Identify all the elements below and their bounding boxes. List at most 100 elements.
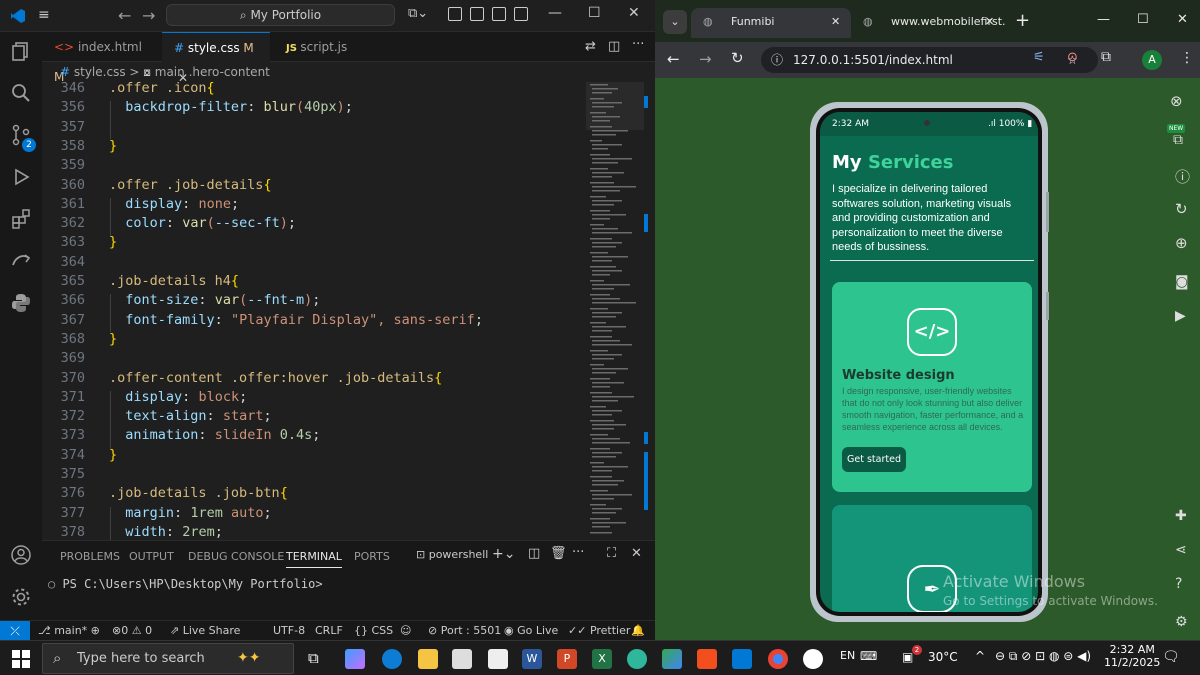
search-icon[interactable] (10, 82, 32, 104)
close-icon[interactable]: ✕ (628, 5, 640, 21)
chrome-tab-funmibi[interactable]: ◍ Funmibi ✕ (691, 8, 851, 38)
accounts-icon[interactable] (10, 544, 32, 566)
maximize-panel-icon[interactable]: ⛶ (607, 546, 616, 561)
terminal-prompt-line[interactable]: ○ PS C:\Users\HP\Desktop\My Portfolio> (48, 577, 323, 591)
maximize-icon[interactable]: ☐ (588, 5, 601, 21)
store-app-icon[interactable] (452, 649, 472, 669)
forward-arrow-icon[interactable]: → (142, 6, 155, 25)
terminal-selector[interactable]: ⊡ powershell (416, 548, 488, 561)
zoom-in-icon[interactable]: ⊕ (1175, 234, 1188, 252)
code-line[interactable]: 361 display: none; (42, 195, 586, 214)
notifications-icon[interactable]: 🗨 (1162, 649, 1180, 665)
code-line[interactable]: 360 .offer .job-details{ (42, 176, 586, 195)
close-panel-icon[interactable]: ✕ (631, 546, 642, 561)
eol-status[interactable]: CRLF (315, 624, 343, 637)
settings-gear-icon[interactable]: ⚙ (1175, 614, 1188, 630)
code-line[interactable]: 368} (42, 330, 586, 349)
remote-explorer-icon[interactable] (10, 250, 32, 272)
layout-sidebar-icon[interactable] (448, 7, 462, 21)
code-line[interactable]: 373 animation: slideIn 0.4s; (42, 426, 586, 445)
play-store-app-icon[interactable] (662, 649, 682, 669)
code-line[interactable]: 364 (42, 253, 586, 272)
code-line[interactable]: 366 font-size: var(--fnt-m); (42, 291, 586, 310)
edge-app-icon[interactable] (382, 649, 402, 669)
task-view-icon[interactable]: ⧉ (308, 649, 319, 667)
live-share-button[interactable]: ⇗ Live Share (170, 624, 240, 637)
tab-close-icon[interactable]: ✕ (831, 8, 840, 36)
keyboard-icon[interactable]: ⌨ (860, 649, 877, 663)
code-line[interactable]: 346 .offer .icon{ (42, 82, 586, 98)
panel-tab-output[interactable]: OUTPUT (129, 550, 174, 563)
split-terminal-icon[interactable]: ◫ (528, 546, 540, 561)
copilot-status-icon[interactable]: ☺ (400, 624, 411, 637)
back-arrow-icon[interactable]: ← (118, 6, 131, 25)
figma-app-icon[interactable] (697, 649, 717, 669)
code-line[interactable]: 365 .job-details h4{ (42, 272, 586, 291)
share-icon[interactable]: ⋖ (1175, 542, 1187, 558)
excel-app-icon[interactable]: X (592, 649, 612, 669)
command-center-search[interactable]: ⌕ My Portfolio (166, 4, 395, 26)
reload-icon[interactable]: ↻ (731, 49, 744, 67)
extension-record-icon[interactable]: ⊙ (1067, 50, 1078, 65)
chrome-tab-webmobilefirst[interactable]: ◍ www.webmobilefirst. ✕ (851, 8, 1006, 38)
code-line[interactable]: 378 width: 2rem; (42, 523, 586, 540)
new-tab-icon[interactable]: + (1015, 10, 1030, 31)
rotate-icon[interactable]: ↻ (1175, 200, 1188, 218)
info-icon[interactable]: ⓘ (1175, 166, 1190, 187)
code-line[interactable]: 357 (42, 118, 586, 137)
new-terminal-icon[interactable]: +⌄ (492, 546, 515, 562)
extension-icon[interactable]: ✚ (1175, 508, 1187, 524)
minimize-icon[interactable]: — (1097, 12, 1110, 27)
panel-tab-problems[interactable]: PROBLEMS (60, 550, 120, 563)
powerpoint-app-icon[interactable]: P (557, 649, 577, 669)
address-bar[interactable]: ⓘ 127.0.0.1:5501/index.html ☆ (761, 47, 1098, 73)
minimap[interactable] (586, 82, 655, 540)
chrome-app-icon[interactable] (768, 649, 788, 669)
language-status[interactable]: {} CSS (354, 624, 393, 637)
panel-tab-terminal[interactable]: TERMINAL (286, 550, 342, 568)
copilot-app-icon[interactable] (345, 649, 365, 669)
more-actions-icon[interactable]: ··· (632, 37, 644, 52)
translate-icon[interactable]: ⚟ (1033, 50, 1045, 65)
toggle-secondary-sidebar-icon[interactable] (514, 7, 528, 21)
code-line[interactable]: 363} (42, 233, 586, 252)
code-line[interactable]: 374} (42, 446, 586, 465)
tray-icons[interactable]: ⊖ ⧉ ⊘ ⊡ ◍ ⊜ ◀) (995, 649, 1091, 664)
windows-start-icon[interactable] (12, 650, 30, 668)
vscode-app-icon[interactable] (732, 649, 752, 669)
close-icon[interactable]: ✕ (1177, 12, 1188, 27)
code-line[interactable]: 375 (42, 465, 586, 484)
notifications-bell-icon[interactable]: 🔔 (631, 624, 645, 637)
code-line[interactable]: 371 display: block; (42, 388, 586, 407)
temperature[interactable]: 30°C (928, 650, 958, 664)
taskbar-search[interactable]: ⌕ Type here to search ✦✦ (42, 643, 294, 674)
kill-terminal-icon[interactable]: 🗑 (550, 546, 567, 561)
profile-avatar[interactable]: A (1142, 50, 1162, 70)
code-line[interactable]: 376 .job-details .job-btn{ (42, 484, 586, 503)
copilot-icon[interactable]: ⧉⌄ (408, 6, 428, 21)
breadcrumb-symbol[interactable]: main .hero-content (155, 65, 270, 79)
tray-overflow-icon[interactable]: ^ (975, 649, 985, 663)
chrome-menu-icon[interactable]: ⋮ (1180, 50, 1194, 66)
prettier-status[interactable]: ✓✓ Prettier (568, 624, 630, 637)
file-explorer-icon[interactable] (418, 649, 438, 669)
minimize-icon[interactable]: — (548, 5, 562, 21)
tab-index-html[interactable]: <> index.html M (42, 32, 150, 84)
more-actions-icon[interactable]: ··· (572, 545, 584, 560)
toggle-primary-sidebar-icon[interactable] (470, 7, 484, 21)
word-app-icon[interactable]: W (522, 649, 542, 669)
panel-tab-ports[interactable]: PORTS (354, 550, 390, 563)
sidepanel-icon[interactable]: ⧉ (1173, 132, 1183, 148)
remote-indicator-icon[interactable]: ⤫ (0, 621, 30, 641)
extensions-icon[interactable] (10, 208, 32, 230)
problems-status[interactable]: ⊗0 ⚠ 0 (112, 624, 152, 637)
code-line[interactable]: 359 (42, 156, 586, 175)
code-line[interactable]: 369 (42, 349, 586, 368)
tab-search-icon[interactable]: ⌄ (663, 10, 687, 34)
encoding-status[interactable]: UTF-8 (273, 624, 305, 637)
language-indicator[interactable]: EN (840, 649, 855, 662)
site-info-icon[interactable]: ⓘ (771, 47, 783, 73)
camera-icon[interactable]: ◙ (1175, 274, 1189, 290)
mail-app-icon[interactable] (488, 649, 508, 669)
forward-arrow-icon[interactable]: → (699, 50, 712, 68)
